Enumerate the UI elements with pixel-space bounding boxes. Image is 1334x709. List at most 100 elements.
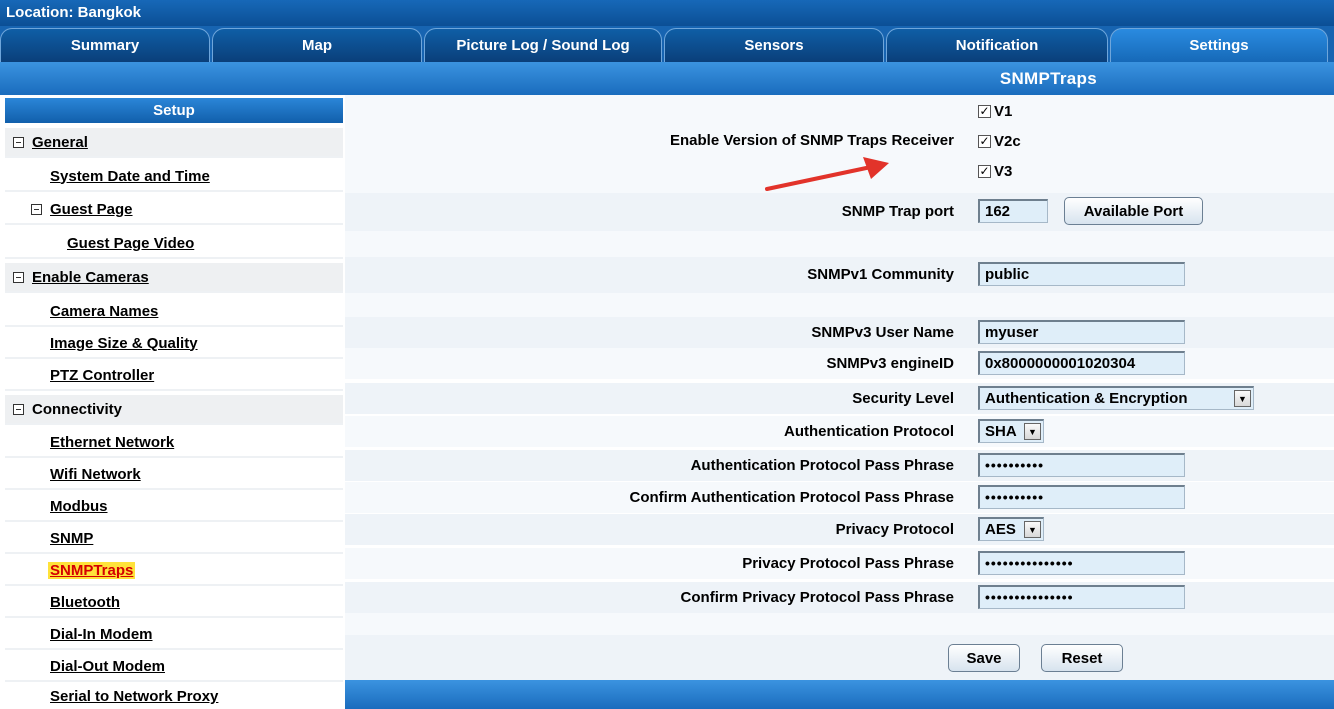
sidebar-item-bluetooth[interactable]: Bluetooth (5, 588, 343, 618)
reset-button[interactable]: Reset (1041, 644, 1123, 672)
sidebar-item-system-date-time[interactable]: System Date and Time (5, 162, 343, 192)
sidebar-item-modbus[interactable]: Modbus (5, 492, 343, 522)
sidebar-item-label: System Date and Time (50, 167, 210, 185)
security-level-select[interactable]: Authentication & Encryption ▼ (978, 386, 1254, 410)
sidebar-item-label: Guest Page (50, 200, 133, 218)
sidebar-title: Setup (5, 98, 343, 123)
engine-id-input[interactable]: 0x8000000001020304 (978, 351, 1185, 375)
sidebar-item-camera-names[interactable]: Camera Names (5, 297, 343, 327)
engine-id-row: SNMPv3 engineID 0x8000000001020304 (345, 348, 1334, 379)
dropdown-arrow-icon[interactable]: ▼ (1234, 390, 1251, 407)
versions-row: Enable Version of SNMP Traps Receiver ✓ … (345, 95, 1334, 193)
v3-checkbox-group[interactable]: ✓ V3 (978, 163, 1012, 180)
security-level-value: Authentication & Encryption (985, 390, 1188, 407)
sidebar-item-snmp[interactable]: SNMP (5, 524, 343, 554)
available-port-button[interactable]: Available Port (1064, 197, 1203, 225)
auth-protocol-label: Authentication Protocol (784, 423, 954, 440)
checkbox-checked-icon[interactable]: ✓ (978, 105, 991, 118)
sidebar-item-label: Serial to Network Proxy (50, 688, 219, 705)
collapse-icon[interactable] (31, 203, 42, 215)
v1-community-row: SNMPv1 Community public (345, 257, 1334, 293)
auth-protocol-value: SHA (985, 423, 1017, 440)
confirm-auth-pass-input[interactable]: •••••••••• (978, 485, 1185, 509)
tab-sensors[interactable]: Sensors (664, 28, 884, 62)
save-button[interactable]: Save (948, 644, 1020, 672)
v1-community-label: SNMPv1 Community (807, 266, 954, 283)
sidebar-item-label: Guest Page Video (67, 234, 195, 252)
sidebar-item-label: Ethernet Network (50, 433, 175, 451)
sidebar-item-guest-page[interactable]: Guest Page (5, 195, 343, 225)
sidebar-item-enable-cameras[interactable]: Enable Cameras (5, 263, 343, 293)
checkbox-checked-icon[interactable]: ✓ (978, 165, 991, 178)
dropdown-arrow-icon[interactable]: ▼ (1024, 423, 1041, 440)
sidebar-item-label: Wifi Network (50, 465, 141, 483)
spacer-row (345, 231, 1334, 257)
auth-protocol-select[interactable]: SHA ▼ (978, 419, 1044, 443)
tab-picture-sound-log[interactable]: Picture Log / Sound Log (424, 28, 662, 62)
v2c-checkbox-group[interactable]: ✓ V2c (978, 133, 1021, 150)
privacy-pass-row: Privacy Protocol Pass Phrase •••••••••••… (345, 548, 1334, 579)
sidebar-item-label: PTZ Controller (50, 366, 155, 384)
auth-pass-label: Authentication Protocol Pass Phrase (690, 457, 954, 474)
v1-label: V1 (994, 103, 1013, 120)
sidebar-item-ptz-controller[interactable]: PTZ Controller (5, 361, 343, 391)
privacy-protocol-row: Privacy Protocol AES ▼ (345, 514, 1334, 545)
collapse-icon[interactable] (13, 403, 24, 415)
footer-bar (345, 680, 1334, 709)
page-title: SNMPTraps (999, 69, 1097, 88)
v3-label: V3 (994, 163, 1013, 180)
sidebar-item-serial-network-proxy[interactable]: Serial to Network Proxy (5, 684, 343, 709)
sidebar-item-wifi-network[interactable]: Wifi Network (5, 460, 343, 490)
spacer-row (345, 613, 1334, 635)
trap-port-label: SNMP Trap port (841, 203, 954, 220)
tab-summary[interactable]: Summary (0, 28, 210, 62)
spacer-row (345, 293, 1334, 317)
checkbox-checked-icon[interactable]: ✓ (978, 135, 991, 148)
settings-form: Enable Version of SNMP Traps Receiver ✓ … (345, 95, 1334, 680)
v1-community-input[interactable]: public (978, 262, 1185, 286)
privacy-pass-label: Privacy Protocol Pass Phrase (742, 555, 954, 572)
security-level-row: Security Level Authentication & Encrypti… (345, 383, 1334, 414)
auth-pass-row: Authentication Protocol Pass Phrase ••••… (345, 450, 1334, 481)
dropdown-arrow-icon[interactable]: ▼ (1024, 521, 1041, 538)
confirm-privacy-pass-label: Confirm Privacy Protocol Pass Phrase (680, 589, 954, 606)
sidebar-item-connectivity[interactable]: Connectivity (5, 395, 343, 425)
sidebar-item-label: Modbus (50, 497, 108, 515)
privacy-protocol-value: AES (985, 521, 1016, 538)
v2c-label: V2c (994, 133, 1021, 150)
sidebar-item-label: Enable Cameras (32, 268, 149, 286)
sidebar-item-label: General (32, 133, 88, 151)
auth-pass-input[interactable]: •••••••••• (978, 453, 1185, 477)
confirm-auth-pass-label: Confirm Authentication Protocol Pass Phr… (629, 489, 955, 506)
sidebar-item-snmptraps[interactable]: SNMPTraps (5, 556, 343, 586)
sidebar-item-ethernet-network[interactable]: Ethernet Network (5, 428, 343, 458)
confirm-auth-pass-row: Confirm Authentication Protocol Pass Phr… (345, 482, 1334, 513)
engine-id-label: SNMPv3 engineID (826, 355, 954, 372)
sidebar-item-general[interactable]: General (5, 128, 343, 158)
page-header: SNMPTraps (0, 62, 1334, 95)
sidebar-item-image-size-quality[interactable]: Image Size & Quality (5, 329, 343, 359)
sidebar-item-label: Dial-Out Modem (50, 657, 165, 675)
red-arrow-icon (765, 157, 889, 191)
sidebar-item-guest-page-video[interactable]: Guest Page Video (5, 229, 343, 259)
v1-checkbox-group[interactable]: ✓ V1 (978, 103, 1012, 120)
privacy-pass-input[interactable]: ••••••••••••••• (978, 551, 1185, 575)
sidebar-item-label: Bluetooth (50, 593, 120, 611)
confirm-privacy-pass-input[interactable]: ••••••••••••••• (978, 585, 1185, 609)
auth-protocol-row: Authentication Protocol SHA ▼ (345, 416, 1334, 447)
sidebar: Setup General System Date and Time Guest… (0, 95, 345, 709)
collapse-icon[interactable] (13, 136, 24, 148)
tab-settings[interactable]: Settings (1110, 28, 1328, 62)
v3-user-label: SNMPv3 User Name (811, 324, 954, 341)
collapse-icon[interactable] (13, 271, 24, 283)
sidebar-item-label: Connectivity (32, 400, 123, 418)
tab-notification[interactable]: Notification (886, 28, 1108, 62)
privacy-protocol-label: Privacy Protocol (835, 521, 954, 538)
v3-user-input[interactable]: myuser (978, 320, 1185, 344)
v3-user-row: SNMPv3 User Name myuser (345, 317, 1334, 348)
trap-port-input[interactable]: 162 (978, 199, 1048, 223)
tab-map[interactable]: Map (212, 28, 422, 62)
sidebar-item-dial-out-modem[interactable]: Dial-Out Modem (5, 652, 343, 682)
privacy-protocol-select[interactable]: AES ▼ (978, 517, 1044, 541)
sidebar-item-dial-in-modem[interactable]: Dial-In Modem (5, 620, 343, 650)
